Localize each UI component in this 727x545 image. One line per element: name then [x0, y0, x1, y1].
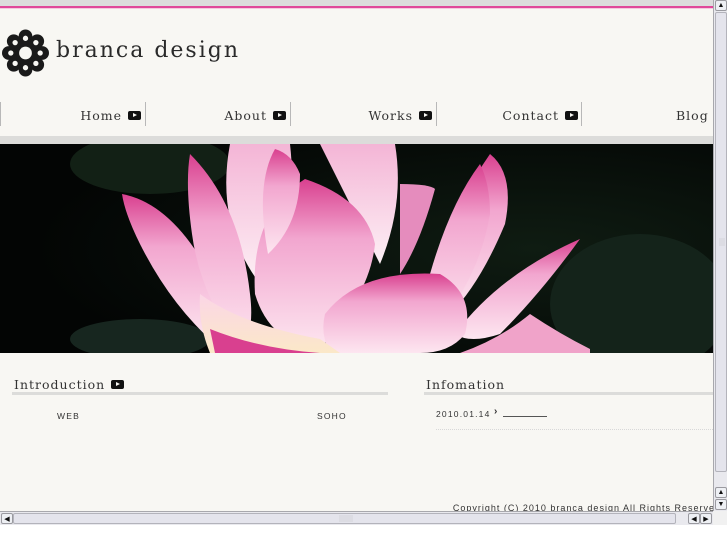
information-rule [424, 392, 713, 395]
scrollbar-corner [713, 511, 727, 525]
news-date: 2010.01.14 [436, 409, 491, 419]
site-logo-text[interactable]: branca design [56, 38, 240, 63]
play-icon [419, 110, 432, 120]
play-icon [111, 380, 125, 389]
news-divider [436, 429, 713, 430]
horizontal-scroll-thumb[interactable] [13, 513, 676, 524]
vertical-scroll-thumb[interactable] [715, 12, 727, 472]
play-icon [273, 110, 286, 120]
information-heading: Infomation [426, 377, 505, 392]
header-separator [0, 136, 713, 144]
nav-works-label: Works [368, 107, 413, 123]
nav-home[interactable]: Home [80, 106, 141, 124]
nav-blog[interactable]: Blog [676, 106, 713, 124]
scroll-down-button[interactable]: ▼ [715, 499, 727, 510]
nav-divider [0, 102, 1, 126]
nav-divider [145, 102, 146, 126]
nav-divider [581, 102, 582, 126]
grip-icon [719, 238, 725, 246]
vertical-scrollbar[interactable]: ▲ ▲ ▼ [713, 0, 727, 511]
scroll-right-button[interactable]: ▶ [700, 513, 712, 524]
nav-works[interactable]: Works [368, 106, 432, 124]
nav-blog-label: Blog [676, 107, 709, 123]
scroll-left-button-right[interactable]: ◀ [688, 513, 700, 524]
play-icon [565, 110, 578, 120]
scroll-up-button-lower[interactable]: ▲ [715, 487, 727, 498]
horizontal-scrollbar[interactable]: ◀ ◀ ▶ [0, 511, 713, 525]
flower-ring-icon[interactable] [2, 29, 49, 77]
nav-home-label: Home [80, 107, 122, 123]
play-icon [128, 110, 141, 120]
intro-link-soho[interactable]: SOHO [317, 411, 347, 421]
introduction-rule [12, 392, 388, 395]
footer-copyright: Copyright (C) 2010 branca design All Rig… [452, 503, 713, 511]
top-accent-line-light [0, 8, 713, 9]
nav-divider [436, 102, 437, 126]
nav-about-label: About [224, 107, 267, 123]
scroll-left-button[interactable]: ◀ [1, 513, 13, 524]
introduction-title: Introduction [14, 377, 106, 392]
introduction-heading[interactable]: Introduction [14, 377, 125, 392]
page-viewport: branca design Home About Works Contact B… [0, 0, 713, 511]
nav-about[interactable]: About [224, 106, 286, 124]
lotus-flower-image [0, 144, 713, 353]
scroll-up-button[interactable]: ▲ [715, 0, 727, 11]
news-link[interactable] [503, 416, 547, 417]
nav-contact[interactable]: Contact [502, 106, 578, 124]
intro-link-web[interactable]: WEB [57, 411, 80, 421]
nav-divider [290, 102, 291, 126]
nav-contact-label: Contact [502, 107, 559, 123]
hero-image [0, 144, 713, 353]
news-arrow-icon: › [494, 406, 499, 417]
information-title: Infomation [426, 377, 506, 392]
grip-icon [339, 515, 353, 522]
main-nav: Home About Works Contact Blog [0, 100, 713, 128]
